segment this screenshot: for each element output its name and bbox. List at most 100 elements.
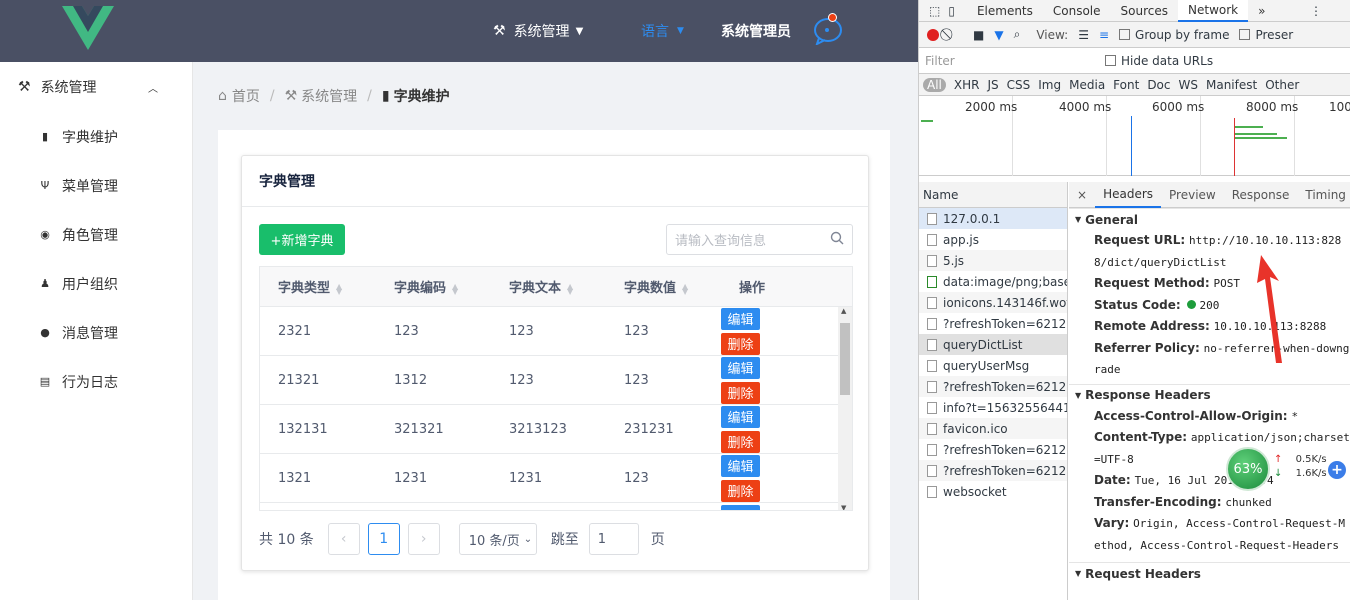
nav-language-menu[interactable]: 语言 ▼ xyxy=(641,0,684,62)
waterfall-icon[interactable]: ≡ xyxy=(1099,28,1109,42)
sidebar-item-menu[interactable]: Ψ 菜单管理 xyxy=(0,161,192,210)
column-header[interactable]: 字典类型 ▲ ▼ xyxy=(260,277,376,296)
tab-elements[interactable]: Elements xyxy=(967,0,1043,22)
tools-icon: ⚒ xyxy=(18,79,31,95)
request-item[interactable]: ?refreshToken=6212... xyxy=(919,439,1067,460)
list-view-icon[interactable]: ☰ xyxy=(1078,28,1089,42)
request-item[interactable]: favicon.ico xyxy=(919,418,1067,439)
sidebar-item-users[interactable]: ♟ 用户组织 xyxy=(0,259,192,308)
filter-icon[interactable]: ▼ xyxy=(994,28,1003,42)
column-header[interactable]: 字典编码 ▲ ▼ xyxy=(376,277,491,296)
type-js[interactable]: JS xyxy=(987,78,998,92)
request-item[interactable]: websocket xyxy=(919,481,1067,502)
page-size-select[interactable]: 10 条/页 ⌄ xyxy=(458,523,537,555)
search-input[interactable]: 请输入查询信息 xyxy=(666,224,853,255)
response-headers-section[interactable]: ▼ Response Headers xyxy=(1069,383,1350,406)
preserve-log-checkbox[interactable]: Preser xyxy=(1239,28,1293,42)
edit-button[interactable]: 编辑 xyxy=(721,454,760,477)
type-manifest[interactable]: Manifest xyxy=(1206,78,1257,92)
tab-headers[interactable]: Headers xyxy=(1095,182,1162,208)
request-item[interactable]: ?refreshToken=6212... xyxy=(919,376,1067,397)
request-item[interactable]: info?t=15632556441... xyxy=(919,397,1067,418)
chevron-up-icon: ︿ xyxy=(148,83,158,95)
type-ws[interactable]: WS xyxy=(1179,78,1198,92)
edit-button[interactable]: 编辑 xyxy=(721,405,760,428)
caret-down-icon: ▼ xyxy=(1075,215,1082,224)
tab-preview[interactable]: Preview xyxy=(1161,182,1224,208)
sort-icon[interactable]: ▲ ▼ xyxy=(567,282,573,295)
type-xhr[interactable]: XHR xyxy=(954,78,980,92)
request-headers-section[interactable]: ▼ Request Headers xyxy=(1069,562,1350,584)
tab-console[interactable]: Console xyxy=(1043,0,1111,22)
sidebar-item-roles[interactable]: ◉ 角色管理 xyxy=(0,210,192,259)
inspect-icon[interactable]: ⬚ xyxy=(929,4,940,18)
edit-button[interactable]: 编辑 xyxy=(721,505,760,510)
delete-button[interactable]: 删除 xyxy=(721,479,760,502)
record-icon[interactable] xyxy=(927,28,939,41)
scrollbar-thumb[interactable] xyxy=(840,323,850,395)
add-dictionary-button[interactable]: +新增字典 xyxy=(259,224,345,255)
type-font[interactable]: Font xyxy=(1113,78,1139,92)
group-by-frame-checkbox[interactable]: Group by frame xyxy=(1119,28,1229,42)
edit-button[interactable]: 编辑 xyxy=(721,307,760,330)
network-timeline[interactable]: 2000 ms 4000 ms 6000 ms 8000 ms 100 xyxy=(919,96,1350,176)
request-item[interactable]: data:image/png;base... xyxy=(919,271,1067,292)
delete-button[interactable]: 删除 xyxy=(721,381,760,404)
type-media[interactable]: Media xyxy=(1069,78,1105,92)
hide-data-urls-checkbox[interactable]: Hide data URLs xyxy=(1105,54,1213,68)
prev-page-button[interactable]: ‹ xyxy=(327,523,360,555)
search-icon[interactable] xyxy=(830,231,844,249)
scroll-down-arrow[interactable]: ▼ xyxy=(841,504,846,510)
sidebar-item-logs[interactable]: ▤ 行为日志 xyxy=(0,357,192,406)
sort-icon[interactable]: ▲ ▼ xyxy=(336,282,342,295)
page-button[interactable]: 1 xyxy=(367,523,400,555)
tab-response[interactable]: Response xyxy=(1224,182,1298,208)
plus-icon[interactable]: + xyxy=(1328,461,1346,479)
tab-sources[interactable]: Sources xyxy=(1111,0,1178,22)
breadcrumb-parent[interactable]: 系统管理 xyxy=(301,86,357,106)
nav-system-menu[interactable]: ⚒ 系统管理 ▼ xyxy=(493,0,583,62)
type-doc[interactable]: Doc xyxy=(1147,78,1170,92)
sidebar-item-dictionary[interactable]: ▮ 字典维护 xyxy=(0,112,192,161)
sidebar-group-system[interactable]: ⚒ 系统管理 ︿ xyxy=(0,62,192,112)
camera-icon[interactable]: ■ xyxy=(973,28,984,42)
delete-button[interactable]: 删除 xyxy=(721,332,760,355)
type-all[interactable]: All xyxy=(923,77,946,92)
table-scrollbar[interactable]: ▲ ▼ xyxy=(838,307,852,510)
sort-icon[interactable]: ▲ ▼ xyxy=(682,282,688,295)
edit-button[interactable]: 编辑 xyxy=(721,356,760,379)
goto-page-input[interactable]: 1 xyxy=(588,523,639,555)
speed-gauge[interactable]: 63% xyxy=(1226,447,1270,491)
user-menu[interactable]: 系统管理员 xyxy=(721,0,791,62)
message-icon[interactable] xyxy=(813,13,845,46)
type-img[interactable]: Img xyxy=(1038,78,1061,92)
type-other[interactable]: Other xyxy=(1265,78,1299,92)
request-item-selected[interactable]: queryDictList xyxy=(919,334,1067,355)
more-tabs-button[interactable]: » xyxy=(1248,0,1275,22)
request-item[interactable]: ionicons.143146f.wof... xyxy=(919,292,1067,313)
delete-button[interactable]: 删除 xyxy=(721,430,760,453)
kebab-menu-icon[interactable]: ⋮ xyxy=(1310,4,1322,18)
tab-timing[interactable]: Timing xyxy=(1297,182,1350,208)
tab-network[interactable]: Network xyxy=(1178,0,1249,22)
search-icon[interactable]: ⌕ xyxy=(1014,27,1021,42)
name-column-header[interactable]: Name xyxy=(919,182,1067,208)
general-section[interactable]: ▼ General xyxy=(1069,208,1350,230)
scroll-up-arrow[interactable]: ▲ xyxy=(841,307,846,315)
type-css[interactable]: CSS xyxy=(1007,78,1031,92)
request-item[interactable]: ?refreshToken=6212... xyxy=(919,313,1067,334)
request-item[interactable]: 5.js xyxy=(919,250,1067,271)
request-item[interactable]: ?refreshToken=6212... xyxy=(919,460,1067,481)
request-item[interactable]: 127.0.0.1 xyxy=(919,208,1067,229)
column-header[interactable]: 字典数值 ▲ ▼ xyxy=(606,277,721,296)
next-page-button[interactable]: › xyxy=(407,523,440,555)
sidebar-item-messages[interactable]: ● 消息管理 xyxy=(0,308,192,357)
request-item[interactable]: app.js xyxy=(919,229,1067,250)
sort-icon[interactable]: ▲ ▼ xyxy=(452,282,458,295)
column-header[interactable]: 字典文本 ▲ ▼ xyxy=(491,277,606,296)
close-icon[interactable]: × xyxy=(1069,182,1095,208)
filter-input[interactable]: Filter xyxy=(925,54,1091,68)
breadcrumb-home[interactable]: 首页 xyxy=(232,86,260,106)
request-item[interactable]: queryUserMsg xyxy=(919,355,1067,376)
device-icon[interactable]: ▯ xyxy=(948,4,955,18)
